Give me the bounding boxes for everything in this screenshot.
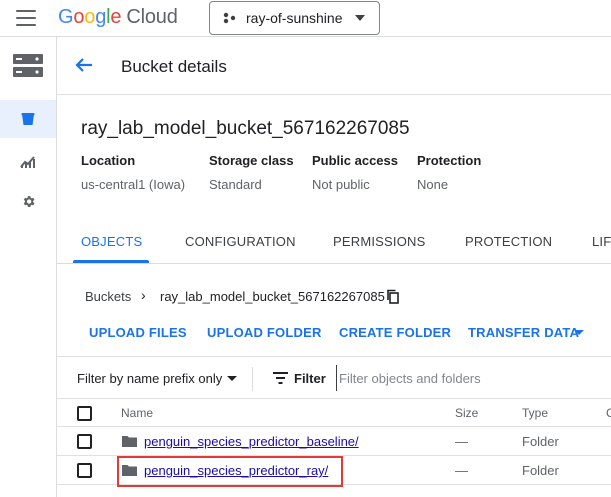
- rail-item-monitoring[interactable]: [0, 148, 56, 174]
- highlight-box: [117, 456, 343, 487]
- back-arrow-icon[interactable]: [75, 57, 93, 73]
- page-title: Bucket details: [121, 57, 227, 76]
- column-header-name[interactable]: Name: [121, 406, 153, 420]
- left-nav-rail: [0, 37, 57, 497]
- google-cloud-logo[interactable]: Google Cloud: [58, 6, 178, 29]
- logo-letter: g: [95, 6, 107, 28]
- table-row: penguin_species_predictor_baseline/ — Fo…: [57, 427, 611, 456]
- top-bar: Google Cloud ray-of-sunshine: [0, 0, 611, 37]
- upload-files-button[interactable]: UPLOAD FILES: [89, 325, 187, 340]
- table-header: Name Size Type C: [57, 399, 611, 427]
- filter-divider: [252, 367, 253, 391]
- column-header-created[interactable]: C: [606, 406, 611, 420]
- active-tab-indicator: [73, 260, 149, 263]
- protection-label: Protection: [417, 153, 482, 168]
- rail-item-settings[interactable]: [0, 188, 56, 214]
- public-access-label: Public access: [312, 153, 398, 168]
- folder-link[interactable]: penguin_species_predictor_baseline/: [144, 434, 359, 449]
- logo-product: Cloud: [126, 6, 178, 28]
- row-type: Folder: [522, 434, 559, 449]
- row-type: Folder: [522, 463, 559, 478]
- tab-configuration[interactable]: CONFIGURATION: [185, 234, 296, 249]
- upload-folder-button[interactable]: UPLOAD FOLDER: [207, 325, 322, 340]
- rail-item-buckets[interactable]: [0, 100, 56, 138]
- logo-letter: e: [110, 6, 122, 28]
- filter-icon[interactable]: [273, 372, 288, 384]
- breadcrumb-buckets[interactable]: Buckets: [85, 289, 131, 304]
- transfer-data-caret-icon[interactable]: [574, 330, 584, 335]
- transfer-data-button[interactable]: TRANSFER DATA: [468, 325, 579, 340]
- filter-prefix-select[interactable]: Filter by name prefix only: [77, 371, 222, 386]
- page-header: Bucket details: [57, 37, 611, 95]
- tab-bar: OBJECTS CONFIGURATION PERMISSIONS PROTEC…: [57, 220, 611, 264]
- bucket-name-heading: ray_lab_model_bucket_567162267085: [81, 118, 410, 139]
- folder-icon: [122, 436, 137, 447]
- prefix-select-caret-icon[interactable]: [227, 376, 237, 381]
- protection-value: None: [417, 177, 449, 192]
- tab-objects[interactable]: OBJECTS: [81, 234, 142, 249]
- location-label: Location: [81, 153, 136, 168]
- row-checkbox[interactable]: [77, 463, 92, 478]
- row-checkbox[interactable]: [77, 434, 92, 449]
- project-name: ray-of-sunshine: [246, 10, 343, 26]
- select-all-checkbox[interactable]: [77, 406, 92, 421]
- tab-permissions[interactable]: PERMISSIONS: [333, 234, 426, 249]
- column-header-type[interactable]: Type: [522, 406, 548, 420]
- storage-class-label: Storage class: [209, 153, 294, 168]
- project-hub-icon: [223, 12, 236, 24]
- storage-icon: [13, 54, 43, 77]
- filter-label: Filter: [294, 371, 326, 386]
- column-header-size[interactable]: Size: [455, 406, 478, 420]
- logo-letter: o: [73, 6, 85, 28]
- project-picker[interactable]: ray-of-sunshine: [209, 1, 380, 35]
- logo-letter: G: [58, 6, 74, 28]
- dropdown-caret-icon: [355, 15, 365, 21]
- breadcrumb-separator: ›: [141, 287, 146, 303]
- filter-input[interactable]: [336, 365, 606, 391]
- filter-bar: Filter by name prefix only Filter: [57, 356, 611, 399]
- tab-protection[interactable]: PROTECTION: [465, 234, 552, 249]
- breadcrumb-current: ray_lab_model_bucket_567162267085: [160, 289, 385, 304]
- rail-item-storage[interactable]: [0, 49, 56, 83]
- bucket-icon: [21, 113, 35, 125]
- tab-lifecycle[interactable]: LIFE: [592, 234, 611, 249]
- location-value: us-central1 (Iowa): [81, 177, 186, 192]
- create-folder-button[interactable]: CREATE FOLDER: [339, 325, 451, 340]
- logo-letter: o: [84, 6, 96, 28]
- copy-icon[interactable]: [386, 289, 400, 304]
- settings-icon: [23, 195, 34, 207]
- public-access-value: Not public: [312, 177, 370, 192]
- row-size: —: [455, 463, 468, 478]
- menu-icon[interactable]: [16, 10, 36, 26]
- monitoring-icon: [20, 155, 35, 168]
- row-size: —: [455, 434, 468, 449]
- storage-class-value: Standard: [209, 177, 262, 192]
